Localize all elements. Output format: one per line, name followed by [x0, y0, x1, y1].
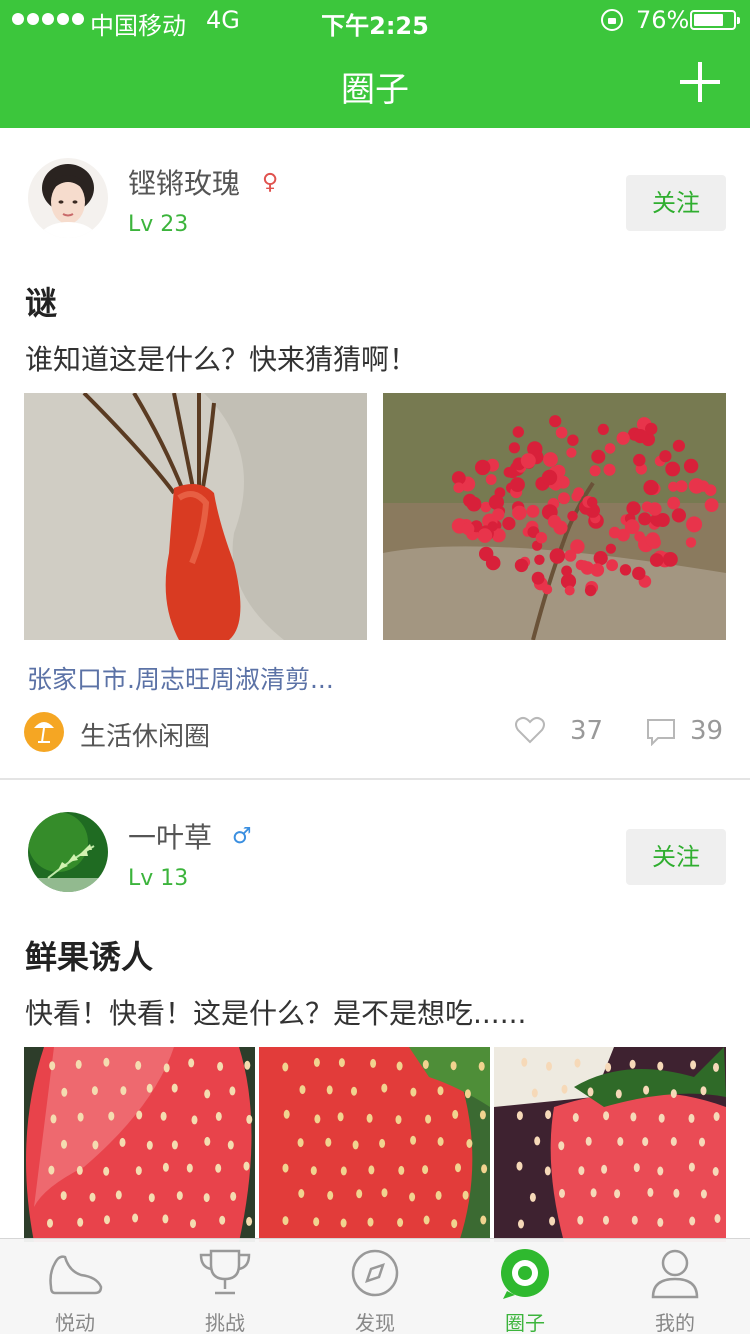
comment-count: 39	[690, 716, 724, 746]
post-location-link[interactable]: 张家口市.周志旺周淑清剪...	[27, 660, 334, 696]
post-title: 谜	[25, 284, 58, 322]
user-level: Lv 23	[128, 212, 189, 237]
circle-icon	[501, 1249, 549, 1299]
post-image-strawberry-3[interactable]	[494, 1047, 726, 1242]
post-card[interactable]: 一叶草 ♂ Lv 13 关注 鲜果诱人 快看！快看！这是什么？是不是想吃....…	[0, 782, 750, 1242]
follow-button[interactable]: 关注	[626, 175, 726, 231]
post-card[interactable]: 铿锵玫瑰 ♀ Lv 23 关注 谜 谁知道这是什么？快来猜猜啊！ 张家口市.周志…	[0, 128, 750, 780]
tab-label: 我的	[655, 1311, 695, 1334]
tab-label: 悦动	[55, 1311, 95, 1334]
person-icon	[651, 1249, 699, 1299]
female-gender-icon: ♀	[262, 170, 279, 195]
tab-challenge[interactable]: 挑战	[150, 1239, 300, 1334]
comment-icon[interactable]	[646, 718, 676, 750]
post-image-root[interactable]	[24, 393, 367, 640]
user-level: Lv 13	[128, 866, 189, 891]
tab-label: 挑战	[205, 1311, 245, 1334]
tab-mine[interactable]: 我的	[600, 1239, 750, 1334]
battery-icon	[690, 10, 740, 30]
shoe-icon	[49, 1255, 103, 1295]
tab-bar: 悦动 挑战 发现 圈子 我的	[0, 1238, 750, 1334]
status-bar: 中国移动 4G 下午2:25 76%	[0, 0, 750, 40]
top-bar: 中国移动 4G 下午2:25 76% 圈子	[0, 0, 750, 128]
male-gender-icon: ♂	[232, 824, 252, 849]
post-image-berries[interactable]	[383, 393, 726, 640]
avatar[interactable]	[28, 812, 108, 892]
tab-discover[interactable]: 发现	[300, 1239, 450, 1334]
username[interactable]: 铿锵玫瑰	[128, 162, 240, 202]
compass-icon	[351, 1249, 399, 1297]
tab-label: 圈子	[505, 1311, 545, 1334]
follow-button[interactable]: 关注	[626, 829, 726, 885]
page-title: 圈子	[341, 70, 409, 110]
circle-name[interactable]: 生活休闲圈	[80, 716, 210, 753]
post-image-strawberry-1[interactable]	[24, 1047, 255, 1242]
app-screen: 中国移动 4G 下午2:25 76% 圈子 铿锵玫瑰 ♀ Lv 23 关注 谜 …	[0, 0, 750, 1334]
post-title: 鲜果诱人	[25, 938, 154, 976]
post-body: 快看！快看！这是什么？是不是想吃......	[25, 997, 527, 1030]
circle-badge-icon[interactable]	[24, 712, 64, 752]
tab-yuedong[interactable]: 悦动	[0, 1239, 150, 1334]
battery-percent: 76%	[636, 6, 690, 34]
post-image-strawberry-2[interactable]	[259, 1047, 490, 1242]
like-count: 37	[570, 716, 604, 746]
trophy-icon	[199, 1249, 251, 1295]
rotation-lock-icon	[601, 9, 623, 31]
tab-circle[interactable]: 圈子	[450, 1239, 600, 1334]
post-body: 谁知道这是什么？快来猜猜啊！	[25, 343, 418, 376]
tab-label: 发现	[355, 1311, 395, 1334]
username[interactable]: 一叶草	[128, 816, 212, 856]
avatar[interactable]	[28, 158, 108, 238]
add-post-button[interactable]	[680, 62, 720, 102]
like-heart-icon[interactable]	[514, 716, 546, 748]
